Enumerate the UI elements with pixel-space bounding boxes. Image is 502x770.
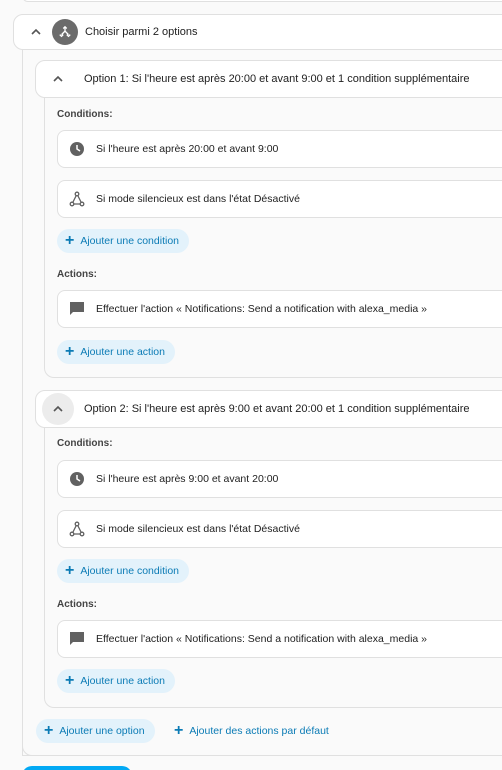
option-1-header[interactable]: Option 1: Si l'heure est après 20:00 et … [35, 60, 502, 98]
choose-block-rail [22, 46, 23, 755]
condition-text: Si l'heure est après 20:00 et avant 9:00 [96, 143, 279, 155]
plus-icon: + [65, 232, 75, 249]
add-default-actions-label: Ajouter des actions par défaut [189, 725, 329, 737]
add-action-label: Ajouter une action [80, 675, 165, 687]
message-icon [68, 300, 86, 318]
action-row-notification[interactable]: Effectuer l'action « Notifications: Send… [57, 620, 502, 658]
condition-row-time[interactable]: Si l'heure est après 9:00 et avant 20:00 [57, 460, 502, 498]
condition-row-state[interactable]: Si mode silencieux est dans l'état Désac… [57, 180, 502, 218]
add-option-label: Ajouter une option [59, 725, 145, 737]
add-action-button[interactable]: + Ajouter une action [57, 340, 175, 364]
arrow-decision-icon [52, 19, 78, 45]
plus-icon: + [44, 722, 54, 739]
previous-card-edge [22, 0, 502, 2]
add-condition-button[interactable]: + Ajouter une condition [57, 229, 189, 253]
actions-label: Actions: [57, 599, 97, 610]
action-text: Effectuer l'action « Notifications: Send… [96, 633, 428, 645]
action-row-notification[interactable]: Effectuer l'action « Notifications: Send… [57, 290, 502, 328]
plus-icon: + [174, 722, 184, 739]
save-button-edge[interactable] [22, 766, 132, 770]
add-default-actions-button[interactable]: + Ajouter des actions par défaut [166, 719, 339, 743]
chevron-up-icon[interactable] [24, 20, 48, 44]
condition-row-time[interactable]: Si l'heure est après 20:00 et avant 9:00 [57, 130, 502, 168]
plus-icon: + [65, 672, 75, 689]
choose-block-title: Choisir parmi 2 options [85, 26, 198, 38]
choose-block-header[interactable]: Choisir parmi 2 options [13, 14, 502, 50]
add-option-button[interactable]: + Ajouter une option [36, 719, 155, 743]
conditions-label: Conditions: [57, 109, 113, 120]
condition-text: Si l'heure est après 9:00 et avant 20:00 [96, 473, 279, 485]
option-1: Option 1: Si l'heure est après 20:00 et … [35, 60, 502, 378]
condition-row-state[interactable]: Si mode silencieux est dans l'état Désac… [57, 510, 502, 548]
state-graph-icon [68, 520, 86, 538]
conditions-label: Conditions: [57, 438, 113, 449]
actions-label: Actions: [57, 269, 97, 280]
add-action-label: Ajouter une action [80, 346, 165, 358]
option-2-header[interactable]: Option 2: Si l'heure est après 9:00 et a… [35, 390, 502, 428]
plus-icon: + [65, 562, 75, 579]
clock-icon [68, 470, 86, 488]
add-action-button[interactable]: + Ajouter une action [57, 669, 175, 693]
chevron-up-icon[interactable] [42, 393, 74, 425]
option-2: Option 2: Si l'heure est après 9:00 et a… [35, 390, 502, 708]
add-condition-button[interactable]: + Ajouter une condition [57, 559, 189, 583]
chevron-up-icon[interactable] [46, 67, 70, 91]
choose-block-bottom-border [22, 755, 502, 756]
add-condition-label: Ajouter une condition [80, 235, 179, 247]
condition-text: Si mode silencieux est dans l'état Désac… [96, 193, 300, 205]
clock-icon [68, 140, 86, 158]
action-text: Effectuer l'action « Notifications: Send… [96, 303, 428, 315]
option-1-title: Option 1: Si l'heure est après 20:00 et … [84, 73, 470, 85]
plus-icon: + [65, 343, 75, 360]
condition-text: Si mode silencieux est dans l'état Désac… [96, 523, 300, 535]
state-graph-icon [68, 190, 86, 208]
message-icon [68, 630, 86, 648]
add-condition-label: Ajouter une condition [80, 565, 179, 577]
option-2-title: Option 2: Si l'heure est après 9:00 et a… [84, 403, 470, 415]
